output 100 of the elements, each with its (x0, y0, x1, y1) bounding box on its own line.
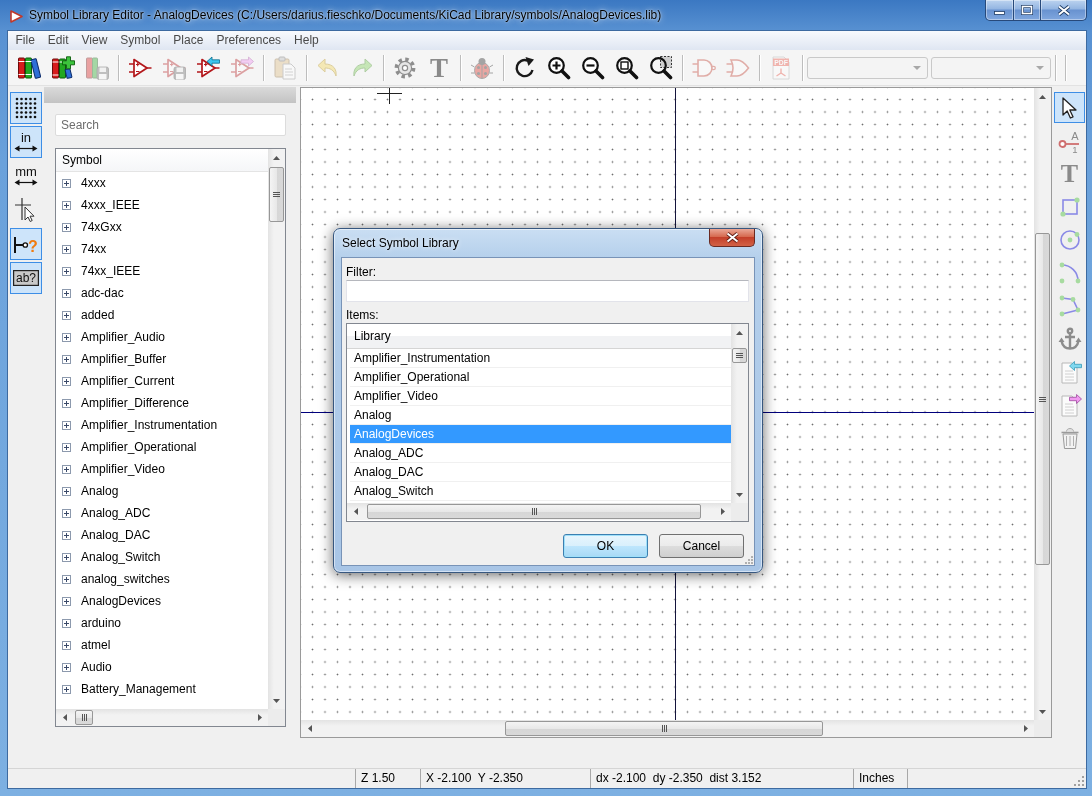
scrollbar-thumb[interactable] (75, 710, 93, 725)
plus-box-icon[interactable] (62, 508, 71, 518)
plus-box-icon[interactable] (62, 376, 71, 386)
tree-item[interactable]: added (56, 304, 268, 326)
scrollbar-thumb[interactable] (505, 721, 823, 736)
scroll-right-arrow-icon[interactable] (1023, 725, 1028, 732)
vertical-scrollbar[interactable] (1034, 88, 1051, 720)
vertical-scrollbar[interactable] (268, 149, 285, 709)
horizontal-scrollbar[interactable] (56, 709, 268, 726)
zoom-fit-icon[interactable] (615, 55, 639, 80)
maximize-button[interactable] (1013, 0, 1041, 21)
minimize-button[interactable] (985, 0, 1014, 21)
list-row[interactable]: Amplifier_Instrumentation (350, 349, 731, 368)
plus-box-icon[interactable] (62, 310, 71, 320)
millimeter-units-button[interactable]: mm (10, 160, 42, 192)
column-header[interactable]: Library (354, 328, 391, 344)
zoom-in-icon[interactable] (547, 55, 571, 80)
plus-box-icon[interactable] (62, 332, 71, 342)
scroll-up-arrow-icon[interactable] (736, 330, 743, 335)
dialog-button[interactable]: OK (563, 534, 648, 558)
scroll-right-arrow-icon[interactable] (257, 714, 262, 721)
tree-item[interactable]: analog_switches (56, 568, 268, 590)
plus-box-icon[interactable] (62, 288, 71, 298)
plus-box-icon[interactable] (62, 640, 71, 650)
plus-box-icon[interactable] (62, 596, 71, 606)
plus-box-icon[interactable] (62, 244, 71, 254)
tree-item[interactable]: Battery_Management (56, 678, 268, 700)
scroll-down-arrow-icon[interactable] (273, 698, 280, 703)
plus-box-icon[interactable] (62, 486, 71, 496)
tree-item[interactable]: Analog (56, 480, 268, 502)
refresh-icon[interactable] (513, 55, 537, 80)
tree-item[interactable]: Amplifier_Operational (56, 436, 268, 458)
zoom-area-icon[interactable] (649, 55, 673, 80)
tree-item[interactable]: Amplifier_Video (56, 458, 268, 480)
scroll-left-arrow-icon[interactable] (62, 714, 67, 721)
list-row[interactable]: Analog_DAC (350, 463, 731, 482)
filter-field[interactable] (346, 280, 749, 302)
menu-item[interactable]: Help (287, 31, 326, 50)
scrollbar-thumb[interactable] (1035, 233, 1050, 565)
settings-icon[interactable] (393, 55, 417, 80)
menu-item[interactable]: File (9, 31, 42, 50)
amplifier-arrow-icon[interactable] (196, 55, 220, 80)
inch-units-button[interactable]: in (10, 126, 42, 158)
scroll-up-arrow-icon[interactable] (273, 155, 280, 160)
tree-item[interactable]: Amplifier_Audio (56, 326, 268, 348)
tree-item[interactable]: arduino (56, 612, 268, 634)
plus-box-icon[interactable] (62, 618, 71, 628)
horizontal-scrollbar[interactable] (347, 503, 731, 520)
list-row[interactable]: Analog_ADC (350, 444, 731, 463)
books-plus-icon[interactable] (51, 55, 75, 80)
plus-box-icon[interactable] (62, 354, 71, 364)
vertical-scrollbar[interactable] (731, 324, 748, 503)
scrollbar-thumb[interactable] (732, 348, 747, 363)
tree-item[interactable]: Analog_DAC (56, 524, 268, 546)
scrollbar-thumb[interactable] (269, 167, 284, 222)
plus-box-icon[interactable] (62, 552, 71, 562)
plus-box-icon[interactable] (62, 222, 71, 232)
resize-grip-icon[interactable] (745, 556, 753, 564)
plus-box-icon[interactable] (62, 398, 71, 408)
menu-item[interactable]: Preferences (209, 31, 288, 50)
tree-item[interactable]: 74xGxx (56, 216, 268, 238)
zoom-out-icon[interactable] (581, 55, 605, 80)
plus-box-icon[interactable] (62, 684, 71, 694)
tree-item[interactable]: 74xx (56, 238, 268, 260)
scroll-down-arrow-icon[interactable] (736, 492, 743, 497)
tree-item[interactable]: Amplifier_Buffer (56, 348, 268, 370)
horizontal-scrollbar[interactable] (301, 720, 1034, 737)
search-field[interactable]: Search (55, 114, 286, 136)
plus-box-icon[interactable] (62, 574, 71, 584)
books-icon[interactable] (17, 55, 41, 80)
tree-item[interactable]: 4xxx (56, 172, 268, 194)
plus-box-icon[interactable] (62, 200, 71, 210)
scroll-left-arrow-icon[interactable] (353, 508, 358, 515)
plus-box-icon[interactable] (62, 178, 71, 188)
tree-item[interactable]: Amplifier_Difference (56, 392, 268, 414)
scroll-right-arrow-icon[interactable] (720, 508, 725, 515)
tree-item[interactable]: adc-dac (56, 282, 268, 304)
menu-item[interactable]: View (75, 31, 114, 50)
tree-item[interactable]: 4xxx_IEEE (56, 194, 268, 216)
list-row[interactable]: Analog_Switch (350, 482, 731, 501)
close-button[interactable] (709, 229, 755, 247)
scrollbar-thumb[interactable] (367, 504, 701, 519)
menu-item[interactable]: Place (166, 31, 210, 50)
plus-box-icon[interactable] (62, 442, 71, 452)
plus-box-icon[interactable] (62, 266, 71, 276)
plus-box-icon[interactable] (62, 530, 71, 540)
text-box-button[interactable]: ab? (10, 262, 42, 294)
scroll-down-arrow-icon[interactable] (1039, 709, 1046, 714)
tree-item[interactable]: AnalogDevices (56, 590, 268, 612)
tree-item[interactable]: atmel (56, 634, 268, 656)
tree-item[interactable]: Analog_ADC (56, 502, 268, 524)
scroll-left-arrow-icon[interactable] (307, 725, 312, 732)
plus-box-icon[interactable] (62, 662, 71, 672)
tree-item[interactable]: Audio (56, 656, 268, 678)
list-row[interactable]: Amplifier_Video (350, 387, 731, 406)
menu-item[interactable]: Symbol (113, 31, 167, 50)
tree-item[interactable]: 74xx_IEEE (56, 260, 268, 282)
menu-item[interactable]: Edit (41, 31, 76, 50)
close-button[interactable] (1040, 0, 1087, 21)
select-tool-button[interactable] (1054, 92, 1085, 123)
